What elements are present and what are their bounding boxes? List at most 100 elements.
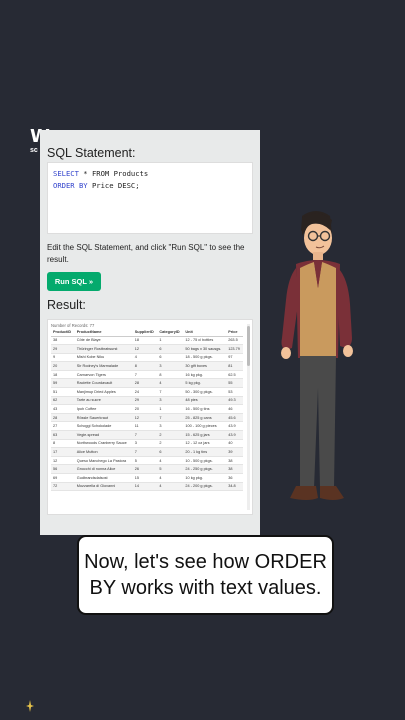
result-heading: Result: xyxy=(47,298,86,312)
table-cell: 53 xyxy=(226,387,243,397)
table-cell: 6 xyxy=(157,344,184,354)
table-cell: 62 xyxy=(51,396,75,406)
table-cell: 50 - 300 g pkgs. xyxy=(183,387,227,397)
table-cell: 7 xyxy=(157,387,184,397)
table-cell: 12 xyxy=(132,413,158,423)
table-cell: 11 xyxy=(132,421,158,432)
table-body: 38 Côte de Blaye 18 1 12 - 75 cl bottles 263.… xyxy=(51,336,243,492)
table-cell: 24 xyxy=(132,387,158,397)
table-cell: 49.3 xyxy=(226,396,243,406)
table-cell: Gnocchi di nonna Alice xyxy=(74,464,133,474)
table-cell: 45.6 xyxy=(226,413,243,423)
table-cell: 1 xyxy=(157,336,184,346)
table-cell: Carnarvon Tigers xyxy=(74,370,133,380)
result-table-container[interactable]: Number of Records: 77 ProductID ProductNa… xyxy=(47,319,253,515)
table-cell: 3 xyxy=(157,421,184,432)
table-cell: 36 xyxy=(226,473,243,483)
table-cell: 43.9 xyxy=(226,430,243,440)
table-cell: 14 xyxy=(132,482,158,492)
column-header: ProductName xyxy=(74,329,133,337)
table-cell: 62.5 xyxy=(226,370,243,380)
table-cell: 2 xyxy=(157,430,184,440)
scrollbar-thumb[interactable] xyxy=(247,326,250,366)
table-cell: 55 xyxy=(226,378,243,389)
table-cell: Northwoods Cranberry Sauce xyxy=(74,439,133,449)
table-cell: 2 xyxy=(157,439,184,449)
table-row: 28 Rössle Sauerkraut 12 7 25 - 825 g cans 45.… xyxy=(51,413,243,423)
table-cell: 5 xyxy=(132,456,158,466)
table-cell: 50 bags x 30 sausgs. xyxy=(183,344,227,354)
table-cell: 34.8 xyxy=(226,482,243,492)
table-cell: 7 xyxy=(132,370,158,380)
table-row: 69 Gudbrandsdalsost 15 4 10 kg pkg. 36 xyxy=(51,473,243,483)
table-cell: 24 - 250 g pkgs. xyxy=(183,464,227,474)
table-cell: 26 xyxy=(132,464,158,474)
table-cell: 43.9 xyxy=(226,421,243,432)
table-cell: 8 xyxy=(157,370,184,380)
table-cell: 17 xyxy=(51,447,75,457)
table-cell: 38 xyxy=(226,456,243,466)
table-cell: 100 - 100 g pieces xyxy=(183,421,227,432)
table-cell: 43 xyxy=(51,404,75,414)
table-cell: Tarte au sucre xyxy=(74,396,133,406)
table-cell: 38 xyxy=(51,336,75,346)
table-cell: 6 xyxy=(157,353,184,363)
table-cell: 12 - 12 oz jars xyxy=(183,439,227,449)
table-cell: 20 - 1 kg tins xyxy=(183,447,227,457)
table-row: 12 Queso Manchego La Pastora 5 4 10 - 500 g … xyxy=(51,456,243,466)
table-cell: 18 xyxy=(51,370,75,380)
sql-line-1: SELECT * FROM Products xyxy=(53,168,247,180)
table-row: 56 Gnocchi di nonna Alice 26 5 24 - 250 g pk… xyxy=(51,464,243,474)
table-cell: Thüringer Rostbratwurst xyxy=(74,344,133,354)
table-cell: 12 - 75 cl bottles xyxy=(183,336,227,346)
table-cell: 1 xyxy=(157,404,184,414)
table-row: 59 Raclette Courdavault 28 4 5 kg pkg. 55 xyxy=(51,378,243,389)
table-cell: 18 xyxy=(132,336,158,346)
table-cell: Mishi Kobe Niku xyxy=(74,353,133,363)
table-cell: 39 xyxy=(226,447,243,457)
column-header: CategoryID xyxy=(157,329,184,337)
table-cell: 3 xyxy=(157,396,184,406)
table-cell: 4 xyxy=(157,378,184,389)
column-header: Unit xyxy=(183,329,227,337)
table-cell: 20 xyxy=(132,404,158,414)
table-row: 29 Thüringer Rostbratwurst 12 6 50 bags x 30… xyxy=(51,344,243,354)
table-cell: 7 xyxy=(132,447,158,457)
table-cell: 10 kg pkg. xyxy=(183,473,227,483)
table-cell: 29 xyxy=(132,396,158,406)
table-cell: Sir Rodney's Marmalade xyxy=(74,361,133,371)
column-header: Price xyxy=(226,329,243,337)
table-row: 72 Mozzarella di Giovanni 14 4 24 - 200 g pk… xyxy=(51,482,243,492)
table-row: 62 Tarte au sucre 29 3 48 pies 49.3 xyxy=(51,396,243,406)
table-row: 20 Sir Rodney's Marmalade 8 3 30 gift boxes 8… xyxy=(51,361,243,371)
table-cell: 72 xyxy=(51,482,75,492)
table-cell: 5 xyxy=(157,464,184,474)
table-cell: 69 xyxy=(51,473,75,483)
run-sql-button[interactable]: Run SQL » xyxy=(47,272,101,291)
table-cell: Rössle Sauerkraut xyxy=(74,413,133,423)
table-cell: 15 xyxy=(132,473,158,483)
table-cell: 59 xyxy=(51,378,75,389)
sql-editor[interactable]: SELECT * FROM Products ORDER BY Price DE… xyxy=(47,162,253,234)
table-cell: 9 xyxy=(51,353,75,363)
column-header: SupplierID xyxy=(132,329,158,337)
result-scrollbar[interactable] xyxy=(247,324,250,510)
table-cell: 6 xyxy=(157,447,184,457)
table-cell: 40 xyxy=(226,439,243,449)
table-cell: 3 xyxy=(157,361,184,371)
table-cell: 25 - 825 g cans xyxy=(183,413,227,423)
table-cell: 12 xyxy=(51,456,75,466)
sql-line-1-rest: * FROM Products xyxy=(78,169,149,178)
sql-tryit-panel: SQL Statement: SELECT * FROM Products OR… xyxy=(40,130,260,535)
table-cell: 15 - 625 g jars xyxy=(183,430,227,440)
table-cell: Manjimup Dried Apples xyxy=(74,387,133,397)
sql-statement-heading: SQL Statement: xyxy=(47,146,136,160)
table-row: 17 Alice Mutton 7 6 20 - 1 kg tins 39 xyxy=(51,447,243,457)
table-cell: 3 xyxy=(132,439,158,449)
table-cell: 28 xyxy=(132,378,158,389)
table-cell: Mozzarella di Giovanni xyxy=(74,482,133,492)
table-cell: Schoggi Schokolade xyxy=(74,421,133,432)
table-row: 18 Carnarvon Tigers 7 8 16 kg pkg. 62.5 xyxy=(51,370,243,380)
table-cell: 27 xyxy=(51,421,75,432)
table-cell: Alice Mutton xyxy=(74,447,133,457)
